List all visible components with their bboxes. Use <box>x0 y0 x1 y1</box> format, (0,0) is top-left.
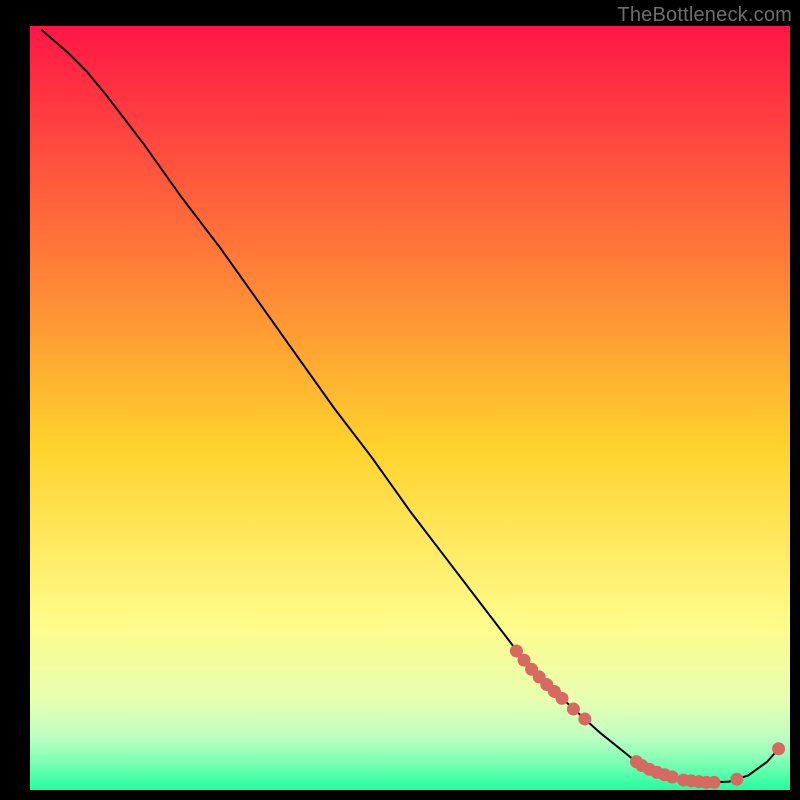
chart-svg <box>0 0 800 800</box>
marker-point <box>666 771 679 784</box>
marker-point <box>578 712 591 725</box>
marker-point <box>556 692 569 705</box>
marker-point <box>730 773 743 786</box>
marker-point <box>708 776 721 789</box>
chart-stage: TheBottleneck.com <box>0 0 800 800</box>
marker-point <box>772 742 785 755</box>
marker-point <box>567 703 580 716</box>
plot-background <box>30 26 790 790</box>
attribution-text: TheBottleneck.com <box>617 4 792 27</box>
